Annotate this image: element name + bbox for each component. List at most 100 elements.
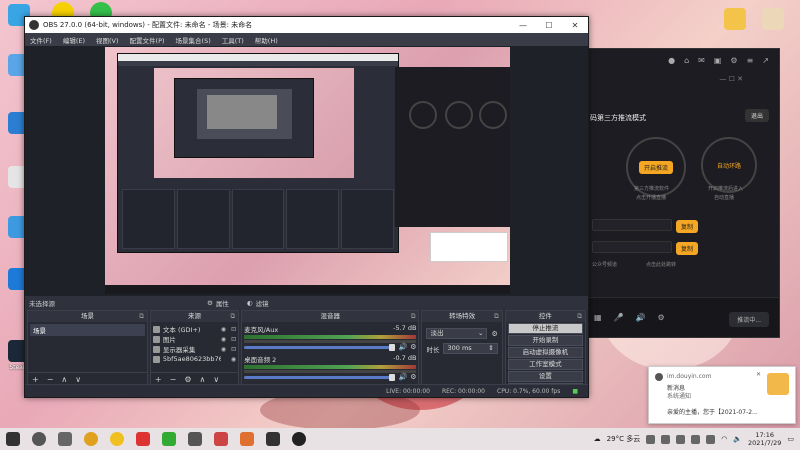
copy-key-button[interactable]: 复制 — [676, 242, 699, 255]
gear-icon[interactable]: ⚙ — [491, 330, 497, 338]
weather-text[interactable]: 29°C 多云 — [607, 434, 641, 444]
gift-icon[interactable]: ▣ — [714, 56, 722, 65]
obs-icon[interactable] — [292, 432, 306, 446]
float-icon[interactable]: ⧉ — [230, 311, 235, 322]
transition-select[interactable]: 淡出 ⌄ — [426, 328, 488, 339]
mail-icon[interactable]: ✉ — [698, 56, 705, 65]
float-icon[interactable]: ⧉ — [577, 311, 582, 322]
close-icon[interactable]: ✕ — [756, 371, 761, 378]
menu-icon[interactable]: ≡ — [747, 56, 754, 65]
menu-help[interactable]: 帮助(H) — [255, 35, 278, 45]
scene-item[interactable]: 场景 — [30, 324, 145, 336]
app-icon[interactable] — [240, 432, 254, 446]
tray-icon[interactable] — [676, 434, 686, 444]
app-icon[interactable] — [188, 432, 202, 446]
tray-icon[interactable] — [661, 434, 671, 444]
move-up-icon[interactable]: ∧ — [199, 375, 205, 384]
clock[interactable]: 17:16 2021/7/29 — [748, 431, 781, 447]
menu-file[interactable]: 文件(F) — [30, 35, 52, 45]
source-item[interactable]: 文本 (GDI+) ◉ ⊡ — [152, 324, 236, 334]
preview-area[interactable] — [25, 46, 588, 296]
move-up-icon[interactable]: ∧ — [61, 375, 67, 384]
tray-icon[interactable] — [646, 434, 656, 444]
copy-url-button[interactable]: 复制 — [676, 220, 699, 233]
source-item[interactable]: 显示器采集 ◉ ⊡ — [152, 344, 236, 354]
speaker-icon[interactable]: 🔊 — [636, 313, 646, 322]
add-icon[interactable]: + — [155, 375, 162, 384]
gear-icon[interactable]: ⚙ — [184, 375, 191, 384]
exit-button[interactable]: 退出 — [744, 109, 769, 122]
share-icon[interactable]: ↗ — [762, 56, 769, 65]
live-status-button[interactable]: 推流中... — [729, 312, 769, 327]
grid-icon[interactable]: ▦ — [594, 313, 602, 322]
mic-icon[interactable]: 🎤 — [614, 313, 624, 322]
gear-icon[interactable]: ⚙ — [658, 313, 665, 322]
menu-edit[interactable]: 编辑(E) — [63, 35, 85, 45]
search-icon[interactable] — [32, 432, 46, 446]
desktop-icon[interactable] — [756, 8, 790, 32]
properties-button[interactable]: ⚙ 属性 — [207, 298, 229, 308]
menu-profile[interactable]: 配置文件(P) — [130, 35, 165, 45]
task-view-icon[interactable] — [58, 432, 72, 446]
tray-icon[interactable] — [691, 434, 701, 444]
float-icon[interactable]: ⧉ — [494, 311, 499, 322]
remove-icon[interactable]: − — [170, 375, 177, 384]
remove-icon[interactable]: − — [47, 375, 54, 384]
volume-slider[interactable] — [244, 373, 396, 381]
notification-toast[interactable]: im.douyin.com 新消息 系统通知 亲爱的主播，您于【2021-07-… — [648, 366, 796, 424]
eye-icon[interactable]: ◉ — [221, 346, 226, 353]
app-icon[interactable] — [214, 432, 228, 446]
shirt-icon[interactable]: ⌂ — [684, 56, 689, 65]
source-item[interactable]: 5bf5ae80623bb769 ◉ — [152, 354, 236, 364]
gear-icon[interactable]: ⚙ — [410, 373, 416, 381]
studio-mode-button[interactable]: 工作室模式 — [507, 359, 583, 370]
minimize-button[interactable]: — — [510, 21, 536, 30]
obs-titlebar[interactable]: OBS 27.0.0 (64-bit, windows) - 配置文件: 未命名… — [25, 17, 588, 33]
wifi-icon[interactable]: ◠ — [721, 435, 727, 443]
browser-icon[interactable] — [110, 432, 124, 446]
eye-icon[interactable]: ◉ — [221, 326, 226, 333]
slider-knob[interactable] — [389, 343, 396, 351]
duration-input[interactable]: 300 ms ⇕ — [443, 343, 498, 354]
speaker-icon[interactable]: 🔊 — [398, 373, 407, 381]
gear-icon[interactable]: ⚙ — [410, 343, 416, 351]
move-down-icon[interactable]: ∨ — [75, 375, 81, 384]
filters-button[interactable]: ◐ 滤镜 — [247, 298, 269, 308]
start-recording-button[interactable]: 开始录制 — [507, 335, 583, 346]
notification-icon[interactable]: ▭ — [787, 435, 794, 443]
move-down-icon[interactable]: ∨ — [213, 375, 219, 384]
eye-icon[interactable]: ◉ — [231, 356, 236, 363]
maximize-button[interactable]: ☐ — [536, 21, 562, 30]
app-icon[interactable] — [136, 432, 150, 446]
app-icon[interactable] — [266, 432, 280, 446]
slider-knob[interactable] — [389, 373, 396, 381]
float-icon[interactable]: ⧉ — [139, 311, 144, 322]
preview-canvas[interactable] — [105, 47, 510, 294]
start-push-button[interactable]: 开启推流 — [638, 160, 673, 174]
volume-slider[interactable] — [244, 343, 396, 351]
float-icon[interactable]: ⧉ — [411, 311, 416, 322]
lock-icon[interactable]: ⊡ — [231, 336, 236, 343]
close-button[interactable]: ✕ — [562, 21, 588, 30]
gear-icon[interactable]: ⚙ — [730, 56, 737, 65]
add-icon[interactable]: + — [32, 375, 39, 384]
menu-tools[interactable]: 工具(T) — [222, 35, 244, 45]
speaker-icon[interactable]: 🔊 — [398, 343, 407, 351]
lock-icon[interactable]: ⊡ — [231, 346, 236, 353]
note-link[interactable]: 点击此处跳转 — [646, 261, 676, 268]
spinner-icon[interactable]: ⇕ — [488, 344, 493, 353]
eye-icon[interactable]: ◉ — [221, 336, 226, 343]
server-url-field[interactable] — [592, 219, 672, 231]
menu-view[interactable]: 视图(V) — [96, 35, 119, 45]
source-item[interactable]: 图片 ◉ ⊡ — [152, 334, 236, 344]
start-icon[interactable] — [6, 432, 20, 446]
lock-icon[interactable]: ⊡ — [231, 326, 236, 333]
settings-button[interactable]: 设置 — [507, 371, 583, 382]
tray-icon[interactable] — [706, 434, 716, 444]
virtual-camera-button[interactable]: 启动虚拟摄像机 — [507, 347, 583, 358]
stream-key-field[interactable] — [592, 241, 672, 253]
menu-scene-collection[interactable]: 场景集合(S) — [176, 35, 211, 45]
avatar[interactable]: ● — [668, 56, 675, 65]
stop-streaming-button[interactable]: 停止推流 — [507, 323, 583, 334]
app-icon[interactable] — [162, 432, 176, 446]
